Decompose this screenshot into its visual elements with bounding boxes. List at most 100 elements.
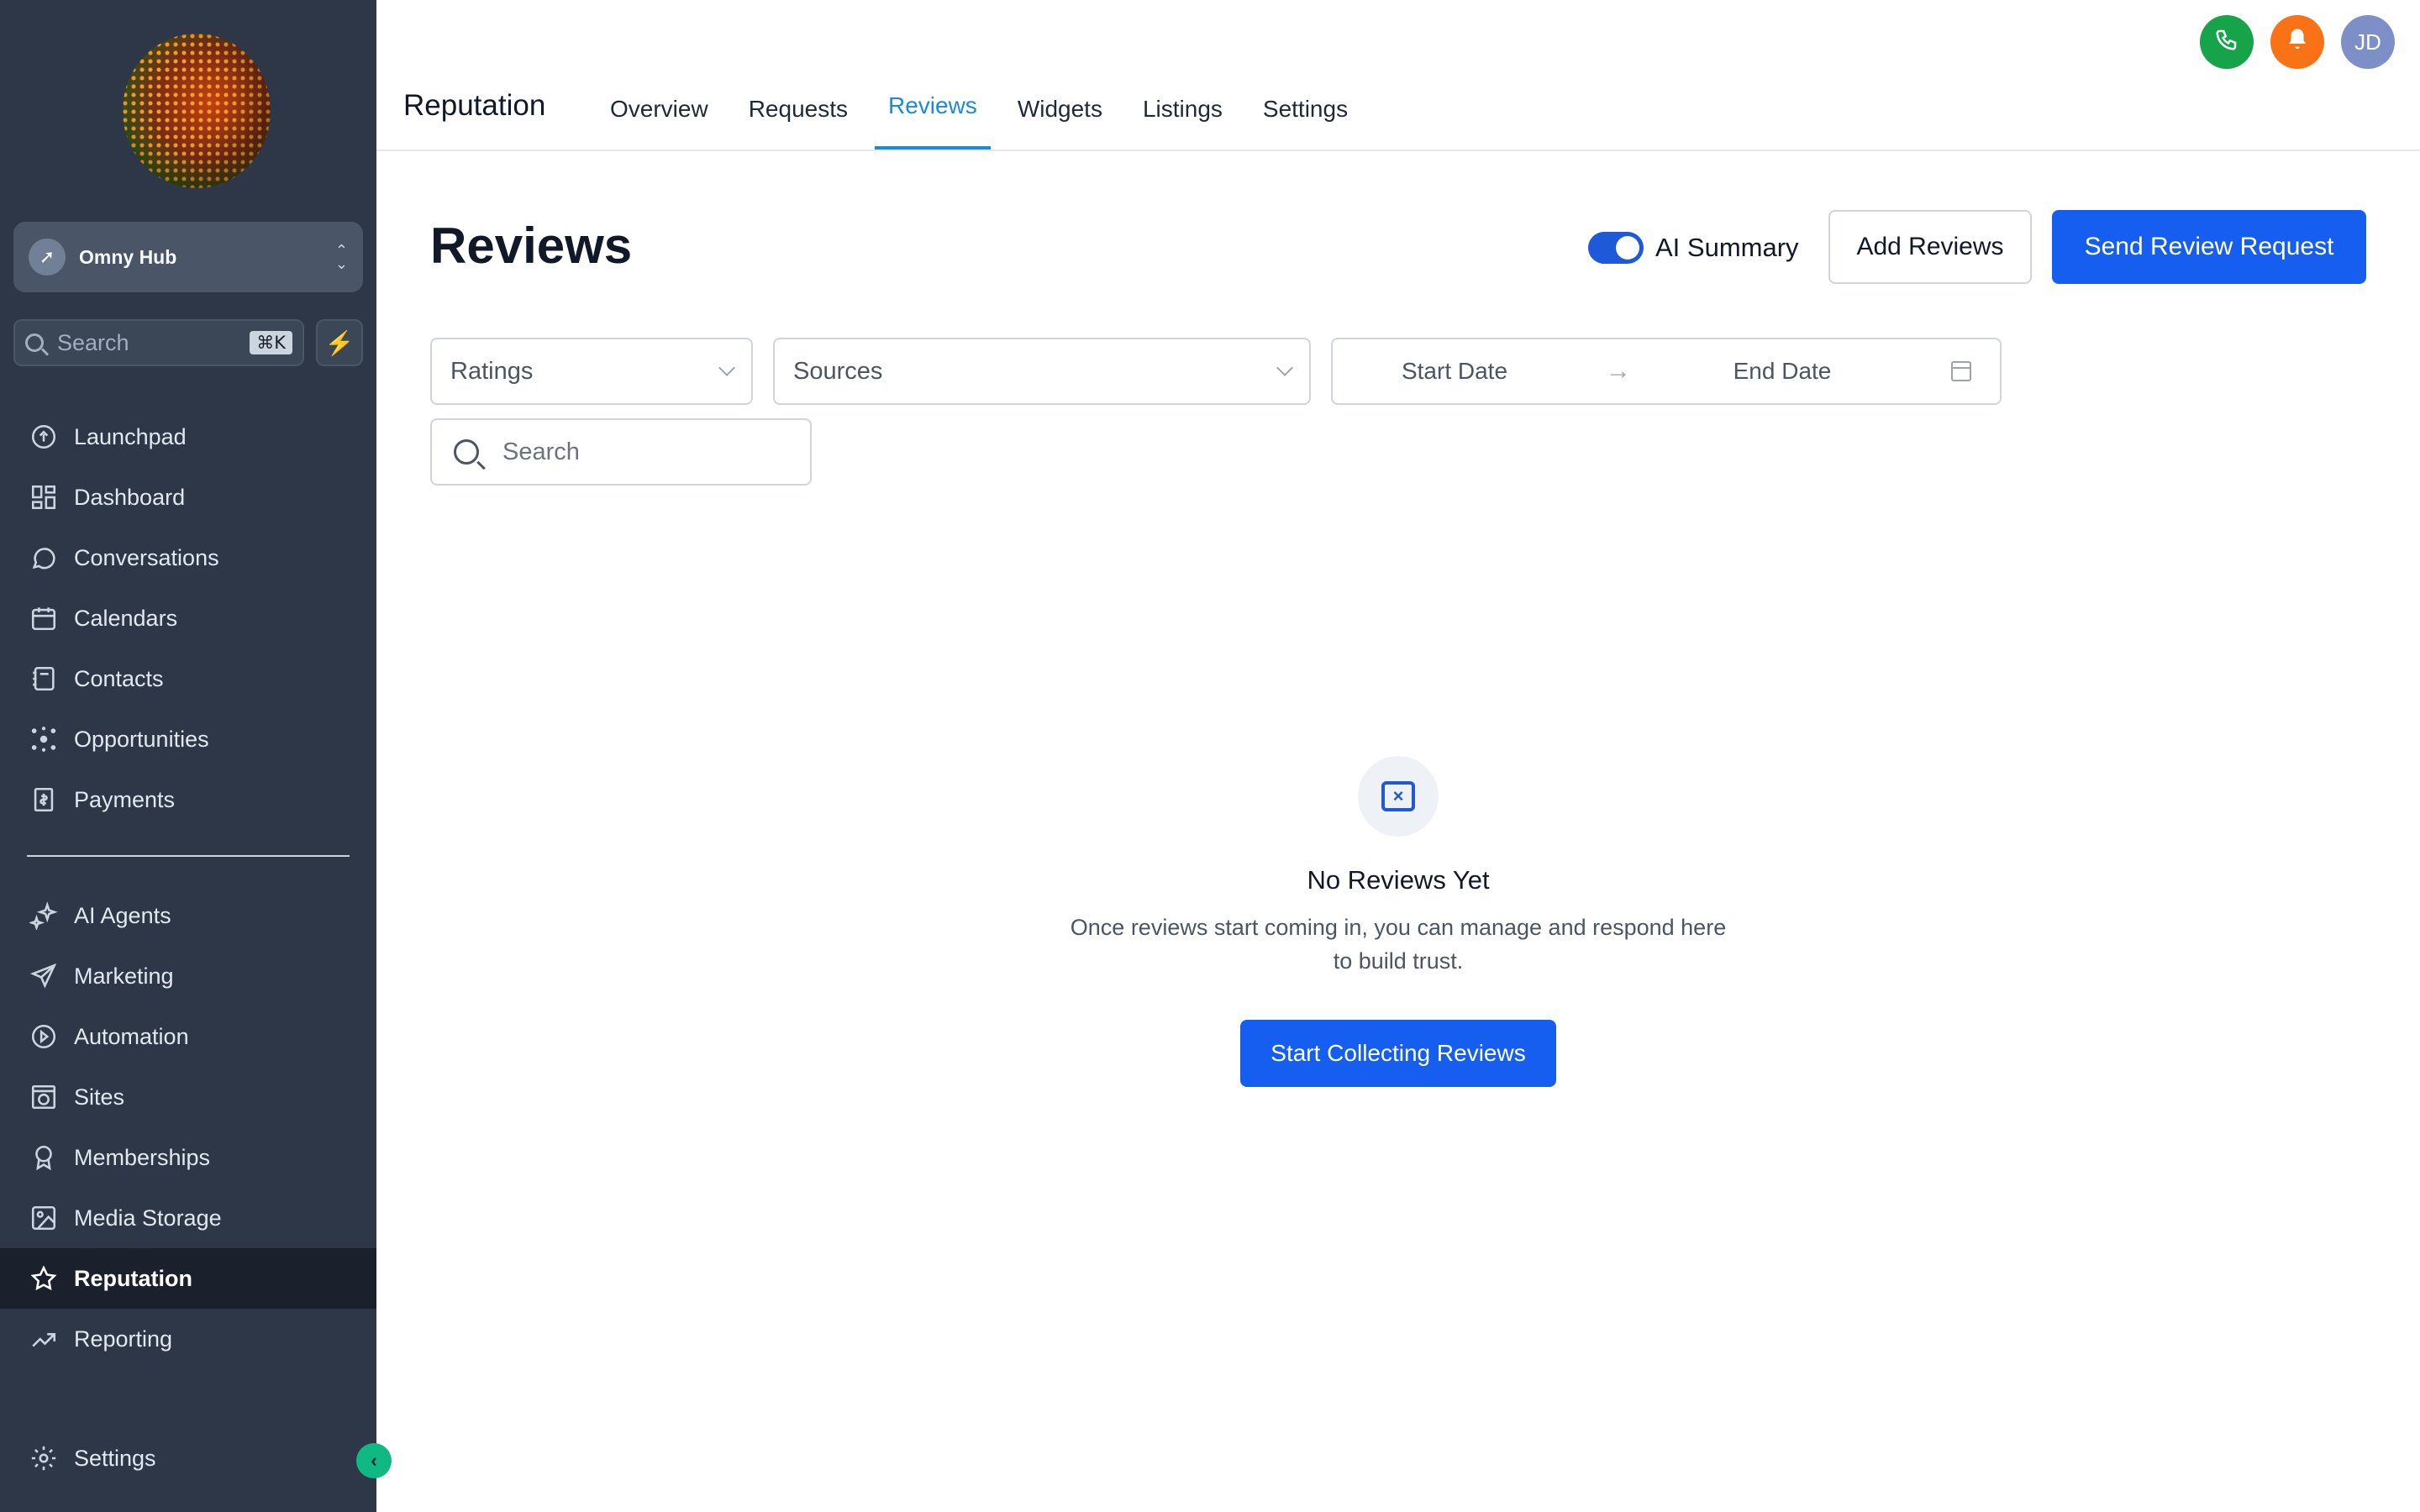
sidebar-item-label: AI Agents xyxy=(74,902,171,928)
sidebar-item-reputation[interactable]: Reputation xyxy=(0,1248,376,1309)
tab-widgets[interactable]: Widgets xyxy=(1004,84,1116,150)
search-icon xyxy=(454,439,479,465)
calendar-icon xyxy=(27,601,60,635)
phone-icon xyxy=(2214,27,2239,58)
sidebar-search[interactable]: Search ⌘K xyxy=(13,319,304,366)
sidebar-item-launchpad[interactable]: Launchpad xyxy=(0,407,376,467)
message-x-icon: × xyxy=(1381,781,1415,811)
bolt-icon: ⚡ xyxy=(324,329,355,356)
search-placeholder: Search xyxy=(502,438,580,465)
trend-icon xyxy=(27,1322,60,1356)
tab-requests[interactable]: Requests xyxy=(735,84,861,150)
ai-summary-toggle[interactable]: AI Summary xyxy=(1588,232,1799,264)
start-date-input[interactable]: Start Date xyxy=(1333,358,1576,385)
sidebar-item-marketing[interactable]: Marketing xyxy=(0,946,376,1006)
add-reviews-button[interactable]: Add Reviews xyxy=(1828,210,2032,284)
sidebar-item-label: Memberships xyxy=(74,1144,211,1170)
grid-icon xyxy=(27,480,60,514)
tab-settings[interactable]: Settings xyxy=(1249,84,1361,150)
send-review-request-button[interactable]: Send Review Request xyxy=(2052,210,2366,284)
chevron-left-icon: ‹ xyxy=(371,1450,377,1471)
sidebar-item-label: Payments xyxy=(74,786,176,812)
collapse-sidebar-button[interactable]: ‹ xyxy=(356,1443,392,1478)
sidebar-item-label: Settings xyxy=(74,1445,156,1471)
sidebar-item-label: Sites xyxy=(74,1084,125,1110)
calendar-icon xyxy=(1951,361,1971,381)
sidebar-item-opportunities[interactable]: Opportunities xyxy=(0,709,376,769)
sidebar-item-label: Reporting xyxy=(74,1326,173,1352)
empty-state-title: No Reviews Yet xyxy=(1307,865,1490,895)
sidebar-item-label: Media Storage xyxy=(74,1205,222,1231)
sidebar-item-label: Opportunities xyxy=(74,726,209,752)
nav-footer: Settings xyxy=(0,1428,376,1488)
sidebar-item-label: Conversations xyxy=(74,544,219,570)
brand-logo xyxy=(123,34,271,188)
gear-icon xyxy=(27,1441,60,1475)
network-icon xyxy=(27,722,60,756)
cursor-icon: ➚ xyxy=(29,239,66,276)
sidebar-item-calendars[interactable]: Calendars xyxy=(0,588,376,648)
ai-summary-label: AI Summary xyxy=(1655,233,1799,262)
account-switcher[interactable]: ➚ Omny Hub ⌃ ⌄ xyxy=(13,222,363,292)
send-icon xyxy=(27,959,60,993)
page-title: Reviews xyxy=(430,218,633,274)
chat-icon xyxy=(27,541,60,575)
quick-action-button[interactable]: ⚡ xyxy=(316,319,363,366)
tab-reviews[interactable]: Reviews xyxy=(875,84,991,150)
ratings-placeholder: Ratings xyxy=(450,357,534,385)
sidebar-search-placeholder: Search xyxy=(57,329,129,355)
sidebar-item-label: Reputation xyxy=(74,1265,192,1291)
sidebar: ➚ Omny Hub ⌃ ⌄ Search ⌘K ⚡ Launchpad Dash… xyxy=(0,0,392,1512)
sidebar-divider xyxy=(27,855,350,857)
sidebar-item-label: Calendars xyxy=(74,605,178,631)
sidebar-item-settings[interactable]: Settings xyxy=(0,1428,376,1488)
sidebar-item-reporting[interactable]: Reporting xyxy=(0,1309,376,1369)
sources-dropdown[interactable]: Sources xyxy=(773,338,1311,405)
chevron-updown-icon: ⌃ ⌄ xyxy=(334,242,348,272)
empty-state-text: Once reviews start coming in, you can ma… xyxy=(1070,915,1727,974)
rocket-icon xyxy=(27,420,60,454)
sidebar-item-sites[interactable]: Sites xyxy=(0,1067,376,1127)
nav-secondary: AI Agents Marketing Automation Sites Mem… xyxy=(0,885,376,1369)
date-range-picker[interactable]: Start Date → End Date xyxy=(1331,338,2002,405)
chevron-down-icon xyxy=(1276,360,1293,376)
avatar[interactable]: JD xyxy=(2341,15,2395,69)
sidebar-item-label: Automation xyxy=(74,1023,189,1049)
play-circle-icon xyxy=(27,1020,60,1053)
toggle-switch[interactable] xyxy=(1588,232,1644,264)
sidebar-item-conversations[interactable]: Conversations xyxy=(0,528,376,588)
sidebar-item-label: Launchpad xyxy=(74,423,187,449)
header-actions: JD xyxy=(2200,15,2395,69)
sparkles-icon xyxy=(27,899,60,932)
badge-icon xyxy=(27,1141,60,1174)
receipt-icon xyxy=(27,783,60,816)
shortcut-badge: ⌘K xyxy=(250,331,292,354)
reviews-search-input[interactable]: Search xyxy=(430,418,812,486)
sidebar-item-automation[interactable]: Automation xyxy=(0,1006,376,1067)
ratings-dropdown[interactable]: Ratings xyxy=(430,338,753,405)
start-collecting-reviews-button[interactable]: Start Collecting Reviews xyxy=(1240,1020,1556,1087)
arrow-right-icon: → xyxy=(1606,357,1631,385)
phone-button[interactable] xyxy=(2200,15,2254,69)
tab-listings[interactable]: Listings xyxy=(1129,84,1236,150)
sidebar-item-label: Contacts xyxy=(74,665,164,691)
end-date-input[interactable]: End Date xyxy=(1660,358,1904,385)
sidebar-item-ai-agents[interactable]: AI Agents xyxy=(0,885,376,946)
sidebar-item-media-storage[interactable]: Media Storage xyxy=(0,1188,376,1248)
sidebar-item-dashboard[interactable]: Dashboard xyxy=(0,467,376,528)
sources-placeholder: Sources xyxy=(793,357,883,385)
sidebar-item-contacts[interactable]: Contacts xyxy=(0,648,376,709)
bell-icon xyxy=(2285,27,2310,58)
chevron-down-icon xyxy=(718,360,735,376)
tab-bar: Overview Requests Reviews Widgets Listin… xyxy=(597,84,1375,150)
contacts-icon xyxy=(27,662,60,696)
sidebar-item-label: Marketing xyxy=(74,963,174,989)
sidebar-item-memberships[interactable]: Memberships xyxy=(0,1127,376,1188)
notifications-button[interactable] xyxy=(2270,15,2324,69)
empty-state-icon: × xyxy=(1358,756,1439,837)
app-title: Reputation xyxy=(403,89,546,122)
star-icon xyxy=(27,1262,60,1295)
top-bar: Reputation Overview Requests Reviews Wid… xyxy=(376,0,2420,151)
tab-overview[interactable]: Overview xyxy=(597,84,722,150)
sidebar-item-payments[interactable]: Payments xyxy=(0,769,376,830)
